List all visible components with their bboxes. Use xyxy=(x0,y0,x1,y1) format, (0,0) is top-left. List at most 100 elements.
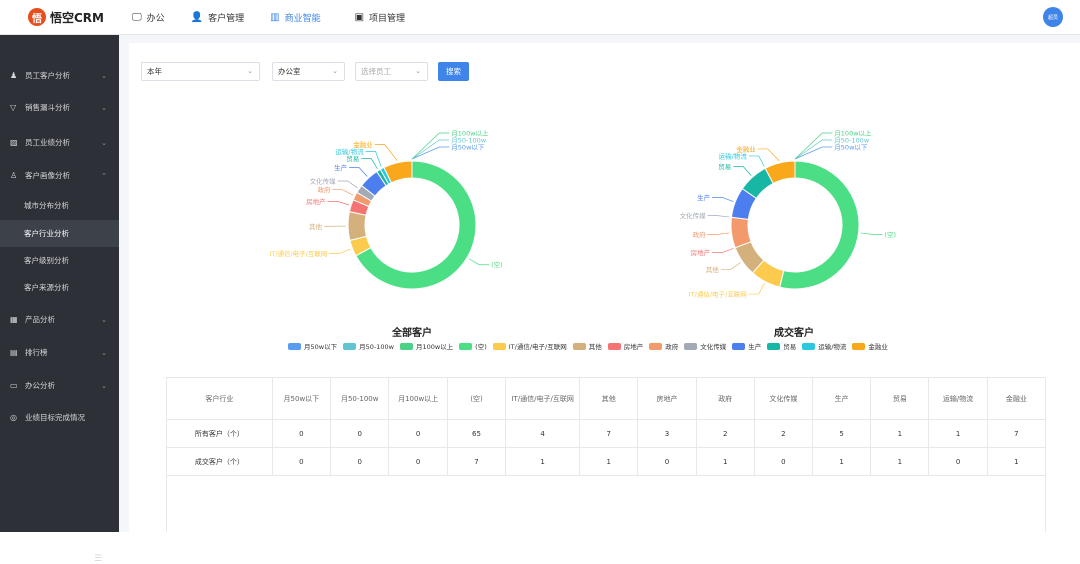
legend-item[interactable]: 月100w以上 xyxy=(400,341,453,351)
logo-mark-icon: 悟 xyxy=(28,8,46,26)
legend-swatch xyxy=(288,343,301,350)
chevron-down-icon: ⌄ xyxy=(101,349,107,357)
chevron-down-icon: ⌄ xyxy=(101,104,107,112)
portrait-icon: ♙ xyxy=(10,171,20,180)
table-row-label: 所有客户（个） xyxy=(167,420,273,448)
slice-label: (空) xyxy=(491,260,503,269)
table-column-header: 月50-100w xyxy=(331,378,389,420)
slice-label: 文化传媒 xyxy=(680,211,707,220)
table-cell: 0 xyxy=(272,420,330,448)
table-column-header: IT/通信/电子/互联网 xyxy=(506,378,580,420)
table-column-header: 月50w以下 xyxy=(272,378,330,420)
sidebar-subitem-0[interactable]: 城市分布分析 xyxy=(0,192,119,219)
table-column-header: 政府 xyxy=(696,378,754,420)
legend-item[interactable]: 生产 xyxy=(732,341,761,351)
table-cell: 1 xyxy=(871,420,929,448)
legend-item[interactable]: 月50-100w xyxy=(343,341,394,351)
slice-label: IT/通信/电子/互联网 xyxy=(689,290,747,299)
sidebar-item-label: 业绩目标完成情况 xyxy=(25,412,85,423)
avatar[interactable]: 超员 xyxy=(1043,7,1063,27)
chart-title-deal-customers: 成交客户 xyxy=(734,324,854,339)
table-cell: 1 xyxy=(696,448,754,476)
nav-item-1[interactable]: 👤客户管理 xyxy=(191,0,244,35)
bar-chart-icon: ▥ xyxy=(270,12,279,23)
analysis-panel: 本年 ⌄ 办公室 ⌄ 选择员工 ⌄ 搜索 月50w以下月50-100w月100w… xyxy=(129,43,1080,532)
table-cell: 5 xyxy=(813,420,871,448)
table-column-header: 运输/物流 xyxy=(929,378,987,420)
table-cell: 1 xyxy=(871,448,929,476)
sidebar-item-3[interactable]: ♙客户画像分析⌃ xyxy=(0,162,119,189)
slice-label: 政府 xyxy=(317,185,331,194)
sidebar-item-label: 销售漏斗分析 xyxy=(25,102,70,113)
industry-table: 客户行业月50w以下月50-100w月100w以上(空)IT/通信/电子/互联网… xyxy=(166,377,1046,476)
legend-label: 金融业 xyxy=(868,341,888,351)
sidebar-item-7[interactable]: ◎ 业绩目标完成情况 xyxy=(0,404,119,431)
legend-item[interactable]: IT/通信/电子/互联网 xyxy=(493,341,567,351)
sidebar-subitem-3[interactable]: 客户来源分析 xyxy=(0,274,119,301)
donut-chart-0: 月50w以下月50-100w月100w以上(空)IT/通信/电子/互联网其他房地… xyxy=(269,129,502,290)
donut-slice[interactable] xyxy=(780,161,859,289)
legend-label: 政府 xyxy=(665,341,678,351)
sidebar-item-5[interactable]: ▤排行榜⌄ xyxy=(0,339,119,366)
legend-item[interactable]: 贸易 xyxy=(767,341,796,351)
table-cell: 1 xyxy=(580,448,638,476)
legend-item[interactable]: 其他 xyxy=(573,341,602,351)
grid-icon: ▦ xyxy=(10,315,20,324)
legend-item[interactable]: 运输/物流 xyxy=(802,341,846,351)
table-column-header: (空) xyxy=(447,378,505,420)
table-cell: 0 xyxy=(754,448,812,476)
sidebar-item-4[interactable]: ▦产品分析⌄ xyxy=(0,306,119,333)
slice-label: 政府 xyxy=(693,230,707,239)
table-header-row: 客户行业月50w以下月50-100w月100w以上(空)IT/通信/电子/互联网… xyxy=(167,378,1046,420)
sidebar-subitem-1[interactable]: 客户行业分析 xyxy=(0,220,119,247)
sidebar-item-label: 产品分析 xyxy=(25,314,55,325)
sidebar-item-0[interactable]: ♟员工客户分析⌄ xyxy=(0,62,119,89)
label-leader-line xyxy=(749,156,765,167)
logo-text: 悟空CRM xyxy=(50,9,104,26)
legend-item[interactable]: 房地产 xyxy=(608,341,644,351)
sidebar-item-6[interactable]: ▭办公分析⌄ xyxy=(0,372,119,399)
legend-item[interactable]: 月50w以下 xyxy=(288,341,337,351)
sidebar: ☰ ♟员工客户分析⌄▽销售漏斗分析⌄▨员工业绩分析⌄♙客户画像分析⌃▦产品分析⌄… xyxy=(0,35,119,532)
legend-item[interactable]: 金融业 xyxy=(852,341,888,351)
table-row-label: 成交客户（个） xyxy=(167,448,273,476)
donut-slice[interactable] xyxy=(731,217,751,247)
sidebar-item-1[interactable]: ▽ 销售漏斗分析 ⌄ xyxy=(0,94,119,121)
donut-slice[interactable] xyxy=(348,212,366,241)
legend-swatch xyxy=(852,343,865,350)
legend-swatch xyxy=(459,343,472,350)
target-icon: ◎ xyxy=(10,413,20,422)
label-leader-line xyxy=(758,149,780,161)
legend-label: 房地产 xyxy=(624,341,644,351)
label-leader-line xyxy=(469,259,489,265)
table-column-header: 贸易 xyxy=(871,378,929,420)
sidebar-subitem-2[interactable]: 客户级别分析 xyxy=(0,247,119,274)
funnel-icon: ▽ xyxy=(10,103,20,112)
slice-label: 房地产 xyxy=(691,248,711,257)
label-leader-line xyxy=(749,283,765,294)
legend-label: IT/通信/电子/互联网 xyxy=(509,341,567,351)
nav-item-0[interactable]: 🖵办公 xyxy=(132,0,165,35)
collapse-sidebar-icon[interactable]: ☰ xyxy=(94,554,102,564)
chevron-down-icon: ⌄ xyxy=(101,382,107,390)
table-cell: 1 xyxy=(987,448,1045,476)
app-logo[interactable]: 悟 悟空CRM xyxy=(28,8,128,26)
table-cell: 0 xyxy=(331,420,389,448)
sidebar-item-2[interactable]: ▨员工业绩分析⌄ xyxy=(0,129,119,156)
table-column-header: 文化传媒 xyxy=(754,378,812,420)
legend-item[interactable]: (空) xyxy=(459,341,487,351)
legend-item[interactable]: 政府 xyxy=(649,341,678,351)
donut-chart-1: 月50w以下月50-100w月100w以上(空)IT/通信/电子/互联网其他房地… xyxy=(680,129,896,299)
legend-label: 运输/物流 xyxy=(818,341,846,351)
label-leader-line xyxy=(708,216,730,217)
table-cell: 0 xyxy=(272,448,330,476)
legend-item[interactable]: 文化传媒 xyxy=(684,341,726,351)
sidebar-item-label: 办公分析 xyxy=(25,380,55,391)
nav-item-3[interactable]: ▣项目管理 xyxy=(355,0,405,35)
legend-label: 生产 xyxy=(748,341,761,351)
legend-swatch xyxy=(684,343,697,350)
legend-label: 月50w以下 xyxy=(304,341,337,351)
label-leader-line xyxy=(795,147,832,159)
nav-item-label: 商业智能 xyxy=(285,11,321,24)
nav-item-2[interactable]: ▥ 商业智能 xyxy=(270,0,320,35)
